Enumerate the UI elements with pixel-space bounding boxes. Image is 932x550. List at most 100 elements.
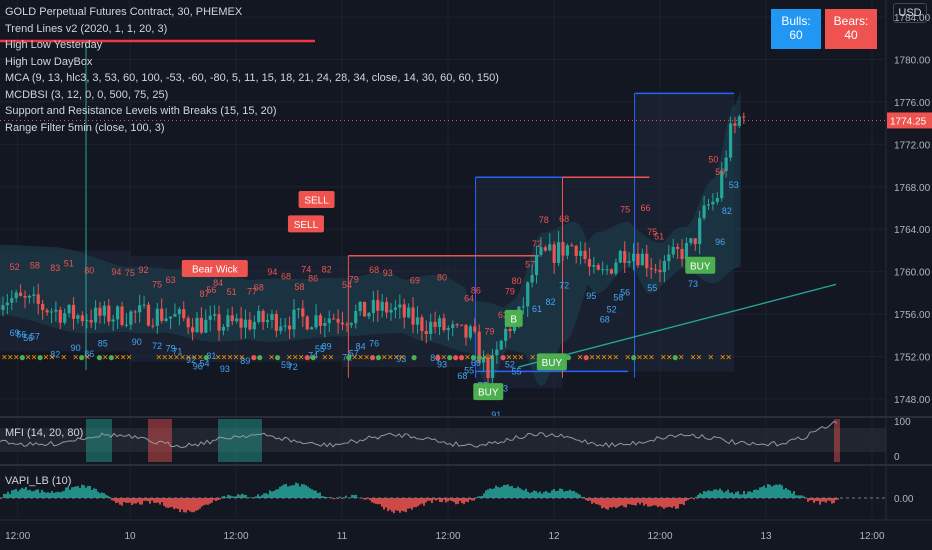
time-tick-label: 12:00 xyxy=(5,531,30,542)
mca-dot-marker xyxy=(257,355,263,361)
candle-body xyxy=(446,328,450,331)
candle-body xyxy=(252,321,256,330)
candle-body xyxy=(80,315,84,322)
mfi-tick-label: 100 xyxy=(894,417,911,428)
indicator-mca[interactable]: MCA (9, 13, hlc3, 3, 53, 60, 100, -53, -… xyxy=(5,70,499,87)
mca-dot-marker xyxy=(447,355,453,361)
time-tick-label: 12:00 xyxy=(859,531,884,542)
indicator-trend-lines[interactable]: Trend Lines v2 (2020, 1, 1, 20, 3) xyxy=(5,21,499,38)
mca-value-label: 79 xyxy=(505,287,515,297)
signal-label-buy: BUY xyxy=(690,261,711,272)
indicator-legend: GOLD Perpetual Futures Contract, 30, PHE… xyxy=(5,4,499,136)
candle-body xyxy=(698,218,702,245)
indicator-support-resistance[interactable]: Support and Resistance Levels with Break… xyxy=(5,103,499,120)
mca-cross-marker: × xyxy=(441,353,447,364)
candle-body xyxy=(526,282,530,307)
bears-label: Bears: xyxy=(833,14,869,28)
candle-body xyxy=(420,317,424,332)
indicator-high-low-daybox[interactable]: High Low DayBox xyxy=(5,54,499,71)
candle-body xyxy=(358,301,362,312)
candle-body xyxy=(301,308,305,317)
candle-body xyxy=(217,314,221,331)
mca-cross-marker: × xyxy=(488,353,494,364)
candle-body xyxy=(653,269,658,271)
time-tick-label: 10 xyxy=(124,531,136,542)
mca-value-label: 82 xyxy=(546,297,556,307)
candle-body xyxy=(407,307,411,318)
mca-dot-marker xyxy=(672,355,678,361)
mca-cross-marker: × xyxy=(126,353,132,364)
candle-body xyxy=(574,245,578,256)
price-tick-label: 1748.00 xyxy=(894,395,931,406)
candle-body xyxy=(129,311,133,325)
mca-cross-marker: × xyxy=(666,353,672,364)
candle-body xyxy=(684,242,689,260)
candle-body xyxy=(63,313,67,323)
mca-cross-marker: × xyxy=(269,353,275,364)
time-tick-label: 12:00 xyxy=(223,531,248,542)
candle-body xyxy=(508,328,512,332)
candle-body xyxy=(226,315,230,327)
mfi-zone xyxy=(148,419,172,462)
mca-value-label: 53 xyxy=(729,180,739,190)
signal-label-bear-wick: Bear Wick xyxy=(192,264,239,275)
mca-value-label: 66 xyxy=(640,203,650,213)
mca-dot-marker xyxy=(19,355,25,361)
signal-label-sell: SELL xyxy=(294,220,319,231)
mca-dot-marker xyxy=(411,355,417,361)
price-tick-label: 1756.00 xyxy=(894,310,931,321)
candle-body xyxy=(455,324,459,326)
candle-body xyxy=(261,310,265,323)
mca-value-label: 93 xyxy=(383,268,393,278)
candle-body xyxy=(102,305,106,316)
mca-value-label: 58 xyxy=(295,282,305,292)
indicator-range-filter[interactable]: Range Filter 5min (close, 100, 3) xyxy=(5,120,499,137)
candle-body xyxy=(658,269,662,273)
mca-value-label: 58 xyxy=(30,260,40,270)
candle-body xyxy=(556,242,561,263)
indicator-high-low-yesterday[interactable]: High Low Yesterday xyxy=(5,37,499,54)
candle-body xyxy=(257,310,261,322)
mca-value-label: 80 xyxy=(437,272,447,282)
candle-body xyxy=(592,265,596,267)
mca-value-label: 89 xyxy=(322,342,332,352)
candle-body xyxy=(451,324,455,329)
candle-body xyxy=(265,319,270,323)
mca-value-label: 52 xyxy=(607,304,617,314)
candle-body xyxy=(36,294,40,304)
candle-body xyxy=(305,316,309,330)
candle-body xyxy=(248,319,252,330)
candle-body xyxy=(468,326,472,338)
mfi-title: MFI (14, 20, 80) xyxy=(5,427,83,439)
candle-body xyxy=(702,205,706,219)
candle-body xyxy=(601,269,605,271)
mca-value-label: 82 xyxy=(722,206,732,216)
mca-value-label: 93 xyxy=(220,364,230,374)
candle-body xyxy=(19,292,23,296)
candle-body xyxy=(155,308,159,326)
candle-body xyxy=(398,304,402,308)
candle-body xyxy=(711,201,715,205)
mca-value-label: 69 xyxy=(410,276,420,286)
mca-cross-marker: × xyxy=(328,353,334,364)
mca-value-label: 56 xyxy=(620,287,630,297)
candle-body xyxy=(120,306,124,325)
currency-button[interactable]: USD xyxy=(893,3,927,23)
mca-value-label: 90 xyxy=(71,343,81,353)
candle-body xyxy=(495,349,499,356)
candle-body xyxy=(14,292,18,299)
indicator-mcdbsi[interactable]: MCDBSI (3, 12, 0, 0, 500, 75, 25) xyxy=(5,87,499,104)
candle-body xyxy=(464,324,468,338)
candle-body xyxy=(473,326,477,332)
candle-body xyxy=(596,265,600,270)
mca-cross-marker: × xyxy=(649,353,655,364)
candle-body xyxy=(429,321,433,334)
candle-body xyxy=(565,245,569,256)
candle-body xyxy=(649,268,653,270)
mca-cross-marker: × xyxy=(61,353,67,364)
candle-body xyxy=(323,322,327,326)
mca-dot-marker xyxy=(346,355,352,361)
mca-dot-marker xyxy=(470,355,477,361)
mca-value-label: 57 xyxy=(30,331,40,341)
mca-cross-marker: × xyxy=(49,353,55,364)
